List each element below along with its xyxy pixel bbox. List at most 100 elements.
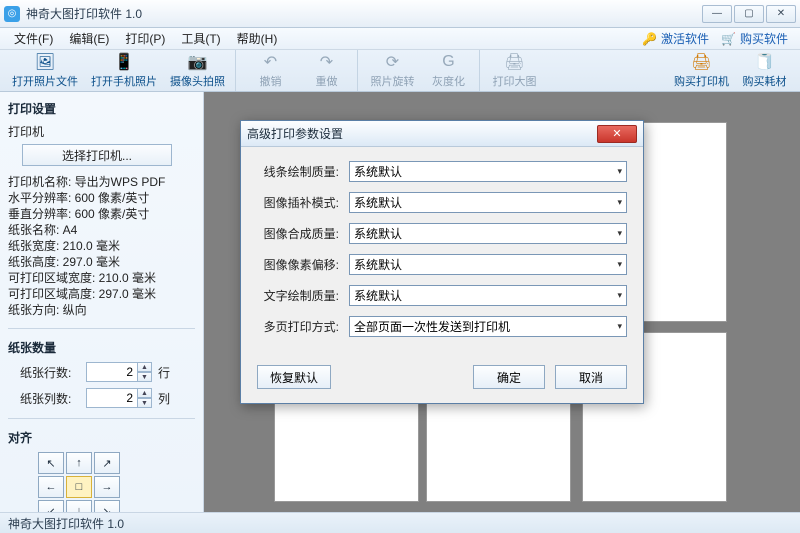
tool-rotate[interactable]: ⟳ 照片旋转 xyxy=(364,50,422,91)
align-tc[interactable]: ↑ xyxy=(66,452,92,474)
printer-icon: 🖨 xyxy=(505,52,525,72)
menu-edit[interactable]: 编辑(E) xyxy=(61,28,117,49)
tool-print-big-label: 打印大图 xyxy=(493,73,537,89)
info-hres: 水平分辨率: 600 像素/英寸 xyxy=(8,190,195,206)
row3-combo[interactable]: 系统默认 ▾ xyxy=(349,254,627,275)
row2-label: 图像合成质量: xyxy=(257,225,349,242)
chevron-down-icon: ▾ xyxy=(617,228,622,239)
chevron-down-icon: ▾ xyxy=(617,259,622,270)
align-tr[interactable]: ↗ xyxy=(94,452,120,474)
menu-tools[interactable]: 工具(T) xyxy=(173,28,228,49)
menu-help[interactable]: 帮助(H) xyxy=(229,28,286,49)
info-vres: 垂直分辨率: 600 像素/英寸 xyxy=(8,206,195,222)
window-buttons: — ▢ ✕ xyxy=(700,5,796,23)
tool-buy-printer[interactable]: 🖨 购买打印机 xyxy=(668,50,736,91)
menu-file[interactable]: 文件(F) xyxy=(6,28,61,49)
menu-print[interactable]: 打印(P) xyxy=(117,28,173,49)
row1-combo[interactable]: 系统默认▾ xyxy=(349,192,627,213)
row3-label: 图像像素偏移: xyxy=(257,256,349,273)
tool-undo[interactable]: ↶ 撤销 xyxy=(242,50,300,91)
cols-row: 纸张列数: ▲▼ 列 xyxy=(8,388,195,408)
restore-defaults-button[interactable]: 恢复默认 xyxy=(257,365,331,389)
info-paper-h: 纸张高度: 297.0 毫米 xyxy=(8,254,195,270)
row0-label: 线条绘制质量: xyxy=(257,163,349,180)
align-mc[interactable]: □ xyxy=(66,476,92,498)
align-bl[interactable]: ↙ xyxy=(38,500,64,512)
chevron-down-icon: ▾ xyxy=(617,290,622,301)
grayscale-icon: G xyxy=(439,52,459,72)
select-printer-button[interactable]: 选择打印机... xyxy=(22,144,172,166)
row3-value: 系统默认 xyxy=(354,256,402,273)
cols-spinner[interactable]: ▲▼ xyxy=(86,388,152,408)
row2-combo[interactable]: 系统默认 ▾ xyxy=(349,223,627,244)
cart-icon: 🛒 xyxy=(721,32,736,46)
dialog-buttons: 恢复默认 确定 取消 xyxy=(241,355,643,403)
row2-value: 系统默认 xyxy=(354,225,402,242)
align-bc[interactable]: ↓ xyxy=(66,500,92,512)
info-paper-name: 纸张名称: A4 xyxy=(8,222,195,238)
row1-label: 图像插补模式: xyxy=(257,194,349,211)
dialog-close-button[interactable]: ✕ xyxy=(597,125,637,143)
section-align: 对齐 xyxy=(8,429,195,446)
activate-link[interactable]: 🔑 激活软件 xyxy=(636,30,715,47)
advanced-print-dialog: 高级打印参数设置 ✕ 线条绘制质量: 系统默认 ▾ 图像插补模式: 系统默认 ▾ 图像合… xyxy=(240,120,644,404)
restore-defaults-label: 恢复默认 xyxy=(270,369,318,386)
rows-label: 纸张行数: xyxy=(20,364,80,381)
rows-up[interactable]: ▲ xyxy=(138,362,152,372)
menu-bar: 文件(F) 编辑(E) 打印(P) 工具(T) 帮助(H) 🔑 激活软件 🛒 购… xyxy=(0,28,800,50)
tool-open-image[interactable]: 🖼 打开照片文件 xyxy=(6,50,85,91)
rows-row: 纸张行数: ▲▼ 行 xyxy=(8,362,195,382)
ok-button[interactable]: 确定 xyxy=(473,365,545,389)
phone-icon: 📱 xyxy=(114,52,134,72)
ok-label: 确定 xyxy=(497,369,521,386)
dialog-titlebar: 高级打印参数设置 ✕ xyxy=(241,121,643,147)
status-text: 神奇大图打印软件 1.0 xyxy=(8,515,124,532)
row1-value: 系统默认 xyxy=(354,194,402,211)
chevron-down-icon: ▾ xyxy=(617,166,622,177)
chevron-down-icon: ▾ xyxy=(617,321,622,332)
cancel-button[interactable]: 取消 xyxy=(555,365,627,389)
maximize-button[interactable]: ▢ xyxy=(734,5,764,23)
row4-combo[interactable]: 系统默认 ▾ xyxy=(349,285,627,306)
cols-down[interactable]: ▼ xyxy=(138,398,152,408)
app-icon: ◎ xyxy=(4,6,20,22)
row5-combo[interactable]: 全部页面一次性发送到打印机▾ xyxy=(349,316,627,337)
info-orientation: 纸张方向: 纵向 xyxy=(8,302,195,318)
cols-up[interactable]: ▲ xyxy=(138,388,152,398)
tool-camera[interactable]: 📷 摄像头拍照 xyxy=(164,50,236,91)
dialog-body: 线条绘制质量: 系统默认 ▾ 图像插补模式: 系统默认 ▾ 图像合成质量: 系统默认 ▾ 图… xyxy=(241,147,643,355)
dialog-title: 高级打印参数设置 xyxy=(247,125,597,142)
section-print-settings: 打印设置 xyxy=(8,100,195,117)
buy-link[interactable]: 🛒 购买软件 xyxy=(715,30,794,47)
rows-spinner[interactable]: ▲▼ xyxy=(86,362,152,382)
rows-down[interactable]: ▼ xyxy=(138,372,152,382)
align-grid: ↖ ↑ ↗ ← □ → ↙ ↓ ↘ xyxy=(38,452,195,512)
row4-label: 文字绘制质量: xyxy=(257,287,349,304)
align-br[interactable]: ↘ xyxy=(94,500,120,512)
row0-combo[interactable]: 系统默认▾ xyxy=(349,161,627,182)
tool-print-big[interactable]: 🖨 打印大图 xyxy=(486,50,544,91)
align-mr[interactable]: → xyxy=(94,476,120,498)
tool-buy-printer-label: 购买打印机 xyxy=(674,73,729,89)
section-paper-count: 纸张数量 xyxy=(8,339,195,356)
rows-input[interactable] xyxy=(86,362,138,382)
tool-undo-label: 撤销 xyxy=(260,73,282,89)
window-title: 神奇大图打印软件 1.0 xyxy=(26,5,700,22)
align-tl[interactable]: ↖ xyxy=(38,452,64,474)
tool-buy-supplies[interactable]: 🧻 购买耗材 xyxy=(736,50,794,91)
tool-grayscale[interactable]: G 灰度化 xyxy=(422,50,480,91)
minimize-button[interactable]: — xyxy=(702,5,732,23)
buy-label: 购买软件 xyxy=(740,30,788,47)
window-titlebar: ◎ 神奇大图打印软件 1.0 — ▢ ✕ xyxy=(0,0,800,28)
rows-unit: 行 xyxy=(158,364,170,381)
info-printer-name: 打印机名称: 导出为WPS PDF xyxy=(8,174,195,190)
printer-buy-icon: 🖨 xyxy=(692,52,712,72)
close-button[interactable]: ✕ xyxy=(766,5,796,23)
cols-input[interactable] xyxy=(86,388,138,408)
printer-heading: 打印机 xyxy=(8,123,195,140)
align-ml[interactable]: ← xyxy=(38,476,64,498)
tool-open-phone[interactable]: 📱 打开手机照片 xyxy=(85,50,164,91)
tool-redo[interactable]: ↷ 重做 xyxy=(300,50,358,91)
tool-open-image-label: 打开照片文件 xyxy=(12,73,78,89)
row4-value: 系统默认 xyxy=(354,287,402,304)
